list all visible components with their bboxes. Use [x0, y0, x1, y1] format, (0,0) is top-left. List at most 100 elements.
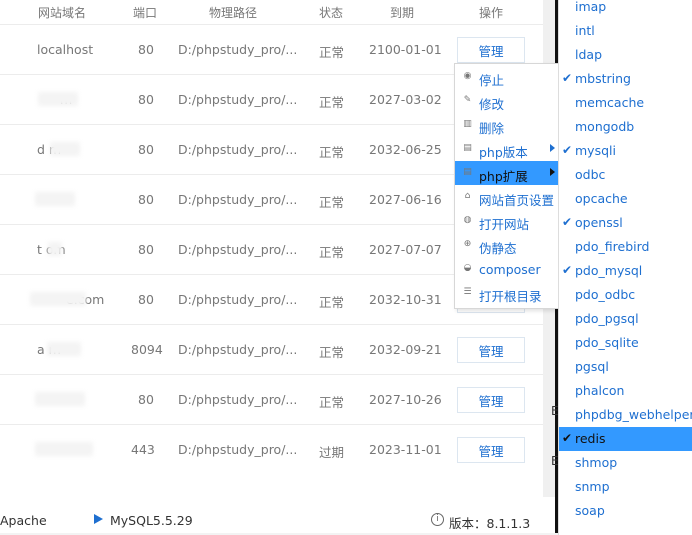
context-menu-label: 停止: [479, 73, 505, 88]
apache-status[interactable]: Apache: [0, 513, 47, 528]
extension-item[interactable]: intl: [559, 19, 692, 43]
table-row[interactable]: a m8094D:/phpstudy_pro/...正常2032-09-21管理: [0, 324, 543, 375]
extension-name: pdo_mysql: [575, 263, 643, 278]
extension-item[interactable]: pdo_sqlite: [559, 331, 692, 355]
site-status: 正常: [319, 295, 345, 310]
site-path: D:/phpstudy_pro/...: [178, 92, 298, 107]
manage-button[interactable]: 管理: [457, 437, 525, 463]
extension-item[interactable]: shmop: [559, 451, 692, 475]
context-menu-item[interactable]: ▥ 删除: [455, 113, 559, 137]
play-icon[interactable]: [94, 514, 103, 524]
checkmark-icon: ✔: [562, 143, 573, 157]
context-menu-item[interactable]: ✎ 修改: [455, 89, 559, 113]
extension-item[interactable]: odbc: [559, 163, 692, 187]
submenu-arrow-icon: [550, 144, 555, 152]
site-expire: 2032-09-21: [369, 342, 442, 357]
site-port: 80: [138, 242, 154, 257]
context-menu-item[interactable]: ◍ 打开网站: [455, 209, 559, 233]
status-bar: Apache MySQL5.5.29 i 版本：8.1.1.3: [0, 497, 555, 533]
extension-name: openssl: [575, 215, 623, 230]
site-domain: localhost: [37, 42, 94, 57]
redacted-area: [35, 392, 85, 406]
extension-name: mysqli: [575, 143, 616, 158]
site-status: 正常: [319, 145, 345, 160]
extension-item[interactable]: phalcon: [559, 379, 692, 403]
site-expire: 2027-03-02: [369, 92, 442, 107]
context-menu-item[interactable]: ▤ php扩展: [455, 161, 559, 185]
site-path: D:/phpstudy_pro/...: [178, 142, 298, 157]
extension-item[interactable]: ✔ mysqli: [559, 139, 692, 163]
extension-item[interactable]: ldap: [559, 43, 692, 67]
context-menu-item[interactable]: ⌂ 网站首页设置: [455, 185, 559, 209]
site-expire: 2027-07-07: [369, 242, 442, 257]
site-status: 正常: [319, 195, 345, 210]
manage-button[interactable]: 管理: [457, 37, 525, 63]
submenu-arrow-icon: [550, 168, 555, 176]
header-expire: 到期: [390, 6, 415, 20]
site-status: 正常: [319, 45, 345, 60]
home-icon: ⌂: [464, 191, 471, 201]
extension-item[interactable]: soap: [559, 499, 692, 523]
extension-item[interactable]: mongodb: [559, 115, 692, 139]
extension-item[interactable]: memcache: [559, 91, 692, 115]
context-menu-item[interactable]: ◉ 停止: [455, 65, 559, 89]
rewrite-icon: ⊕: [463, 239, 472, 249]
site-expire: 2023-11-01: [369, 442, 442, 457]
extension-item[interactable]: pdo_odbc: [559, 283, 692, 307]
extension-name: phalcon: [575, 383, 625, 398]
extension-item[interactable]: ✔ redis: [559, 427, 692, 451]
extension-name: odbc: [575, 167, 606, 182]
globe-icon: ◍: [463, 215, 472, 225]
context-menu-item[interactable]: ☰ 打开根目录: [455, 281, 559, 305]
header-domain: 网站域名: [38, 6, 87, 20]
extension-item[interactable]: pdo_firebird: [559, 235, 692, 259]
site-expire: 2032-10-31: [369, 292, 442, 307]
manage-button[interactable]: 管理: [457, 337, 525, 363]
extension-name: mbstring: [575, 71, 631, 86]
site-port: 80: [138, 292, 154, 307]
extension-name: mongodb: [575, 119, 635, 134]
context-menu-label: 修改: [479, 97, 505, 112]
extension-item[interactable]: ✔ pdo_mysql: [559, 259, 692, 283]
site-status: 正常: [319, 395, 345, 410]
extension-name: soap: [575, 503, 605, 518]
stop-icon: ◉: [463, 71, 472, 81]
context-menu-item[interactable]: ◒ composer: [455, 257, 559, 281]
site-path: D:/phpstudy_pro/...: [178, 442, 298, 457]
site-expire: 2032-06-25: [369, 142, 442, 157]
table-row[interactable]: 80 D:/phpstudy_pro/... 正常 2027-10-26 管理: [0, 374, 543, 425]
header-action: 操作: [479, 6, 504, 20]
header-path: 物理路径: [209, 6, 258, 20]
extension-item[interactable]: phpdbg_webhelper: [559, 403, 692, 427]
extension-item[interactable]: pdo_pgsql: [559, 307, 692, 331]
trash-icon: ▥: [463, 119, 472, 129]
header-status: 状态: [319, 6, 344, 20]
edit-icon: ✎: [463, 95, 472, 105]
extension-item[interactable]: pgsql: [559, 355, 692, 379]
site-path: D:/phpstudy_pro/...: [178, 392, 298, 407]
php-extension-submenu: imap intl ldap ✔ mbstring memcache mongodb ✔ mys…: [558, 0, 692, 535]
redacted-area: [48, 242, 62, 256]
site-port: 80: [138, 92, 154, 107]
extension-item[interactable]: ✔ openssl: [559, 211, 692, 235]
extension-name: opcache: [575, 191, 628, 206]
manage-button[interactable]: 管理: [457, 387, 525, 413]
extension-name: pgsql: [575, 359, 609, 374]
site-port: 80: [138, 142, 154, 157]
context-menu-item[interactable]: ▤ php版本: [455, 137, 559, 161]
extension-item[interactable]: snmp: [559, 475, 692, 499]
version-label: 版本：8.1.1.3: [449, 516, 531, 531]
context-menu-item[interactable]: ⊕ 伪静态: [455, 233, 559, 257]
redacted-area: [35, 442, 93, 456]
extension-name: pdo_odbc: [575, 287, 636, 302]
extension-name: redis: [575, 431, 606, 446]
mysql-status[interactable]: MySQL5.5.29: [110, 513, 193, 528]
extension-name: shmop: [575, 455, 618, 470]
table-row[interactable]: 443 D:/phpstudy_pro/... 过期 2023-11-01 管理: [0, 424, 543, 475]
context-menu: ◉ 停止 ✎ 修改 ▥ 删除 ▤ php版本 ▤ php扩展 ⌂ 网站首页设置 ◍ 打开网站 ⊕ 伪静态 ◒ co…: [454, 63, 560, 309]
redacted-area: [47, 342, 81, 356]
extension-item[interactable]: ✔ mbstring: [559, 67, 692, 91]
composer-icon: ◒: [463, 263, 472, 273]
extension-item[interactable]: opcache: [559, 187, 692, 211]
extension-item[interactable]: imap: [559, 0, 692, 19]
